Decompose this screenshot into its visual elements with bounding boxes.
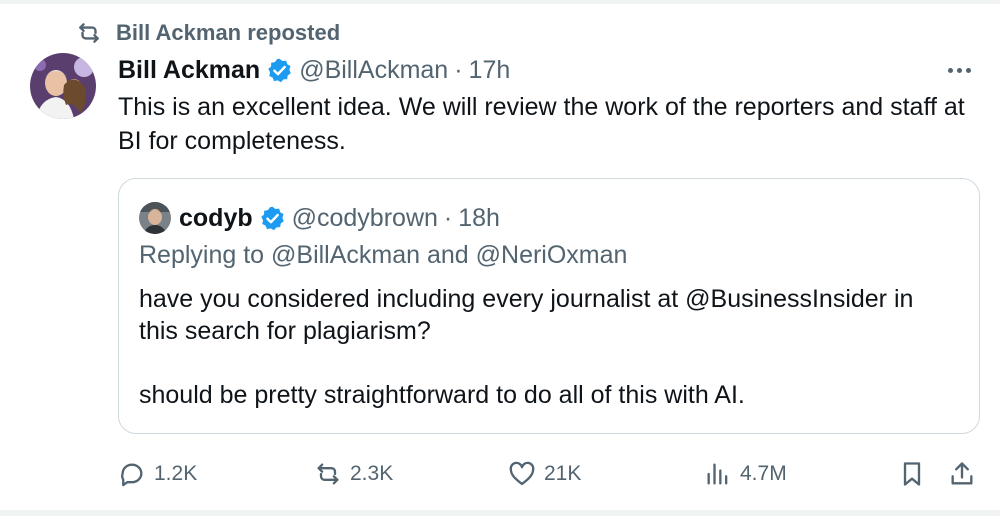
- quote-paragraph: should be pretty straightforward to do a…: [139, 381, 745, 409]
- verified-badge-icon[interactable]: [259, 205, 286, 232]
- tweet-header: Bill Ackman @BillAckman · 17h: [118, 52, 510, 88]
- quote-text: have you considered including every jour…: [139, 283, 959, 411]
- quote-header: codyb @codybrown · 18h: [139, 201, 500, 235]
- quote-paragraph: have you considered including every jour…: [139, 285, 914, 345]
- quote-author-handle[interactable]: @codybrown: [292, 204, 438, 233]
- bottom-divider: [0, 510, 1000, 516]
- top-divider: [0, 0, 1000, 4]
- tweet-text: This is an excellent idea. We will revie…: [118, 93, 965, 155]
- tweet-time[interactable]: 17h: [469, 56, 511, 85]
- author-avatar[interactable]: [30, 53, 96, 119]
- reply-icon: [121, 463, 143, 487]
- share-button[interactable]: [948, 454, 976, 494]
- repost-label: Bill Ackman reposted: [116, 20, 341, 45]
- views-button[interactable]: 4.7M: [704, 454, 787, 494]
- heart-icon: [509, 461, 535, 486]
- quote-time[interactable]: 18h: [458, 204, 500, 233]
- views-icon: [707, 463, 728, 485]
- repost-icon: [79, 23, 99, 43]
- action-bar: 1.2K 2.3K 21K 4.7M: [118, 454, 980, 494]
- separator: ·: [443, 203, 453, 232]
- replying-to: Replying to @BillAckman and @NeriOxman: [139, 241, 628, 269]
- separator: ·: [454, 55, 463, 84]
- quote-avatar[interactable]: [139, 202, 171, 234]
- quoted-tweet[interactable]: codyb @codybrown · 18h Replying to @Bill…: [118, 178, 980, 434]
- repost-button[interactable]: 2.3K: [314, 454, 393, 494]
- repost-count: 2.3K: [350, 462, 394, 485]
- repost-icon: [317, 463, 339, 485]
- like-button[interactable]: 21K: [508, 454, 581, 494]
- views-count: 4.7M: [740, 462, 787, 485]
- quote-author-name[interactable]: codyb: [179, 204, 253, 233]
- reply-button[interactable]: 1.2K: [118, 454, 197, 494]
- verified-badge-icon[interactable]: [266, 57, 293, 84]
- like-count: 21K: [544, 462, 582, 485]
- share-icon: [951, 462, 973, 485]
- bookmark-button[interactable]: [898, 454, 926, 494]
- bookmark-icon: [903, 462, 921, 486]
- author-name[interactable]: Bill Ackman: [118, 56, 260, 85]
- author-handle[interactable]: @BillAckman: [299, 56, 448, 85]
- repost-context[interactable]: Bill Ackman reposted: [76, 18, 340, 48]
- more-icon[interactable]: [942, 60, 976, 80]
- reply-count: 1.2K: [154, 462, 198, 485]
